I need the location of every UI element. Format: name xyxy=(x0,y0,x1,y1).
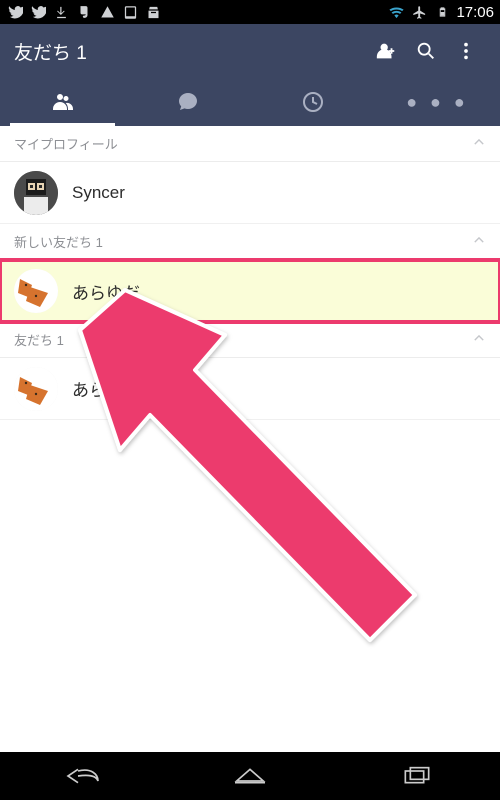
dots-icon: ● ● ● xyxy=(406,92,469,113)
section-label: 友だち 1 xyxy=(14,330,64,349)
download-icon xyxy=(52,3,70,21)
tablet-icon xyxy=(121,3,139,21)
tab-timeline[interactable] xyxy=(250,78,375,126)
chevron-up-icon xyxy=(472,135,486,152)
notification-icon xyxy=(6,3,24,21)
menu-more-button[interactable] xyxy=(446,31,486,71)
avatar xyxy=(14,269,58,313)
tab-more[interactable]: ● ● ● xyxy=(375,78,500,126)
section-label: マイプロフィール xyxy=(14,134,118,153)
battery-icon xyxy=(433,3,451,21)
add-friend-button[interactable] xyxy=(366,31,406,71)
nav-recent-button[interactable] xyxy=(372,752,462,800)
tab-chats[interactable] xyxy=(125,78,250,126)
android-status-bar: 17:06 xyxy=(0,0,500,24)
section-header-profile[interactable]: マイプロフィール xyxy=(0,126,500,162)
nav-home-button[interactable] xyxy=(205,752,295,800)
wifi-icon xyxy=(387,3,405,21)
tab-friends[interactable] xyxy=(0,78,125,126)
profile-name: Syncer xyxy=(72,183,125,203)
section-label: 新しい友だち 1 xyxy=(14,232,103,251)
android-nav-bar xyxy=(0,752,500,800)
clock-text: 17:06 xyxy=(456,4,494,21)
chevron-up-icon xyxy=(472,331,486,348)
friend-row[interactable]: あらゆだ xyxy=(0,358,500,420)
avatar xyxy=(14,171,58,215)
airplane-mode-icon xyxy=(410,3,428,21)
new-friend-row[interactable]: あらゆだ xyxy=(0,260,500,322)
profile-row[interactable]: Syncer xyxy=(0,162,500,224)
warning-icon xyxy=(98,3,116,21)
shop-icon xyxy=(144,3,162,21)
search-button[interactable] xyxy=(406,31,446,71)
section-header-new-friends[interactable]: 新しい友だち 1 xyxy=(0,224,500,260)
app-bar: 友だち 1 xyxy=(0,24,500,78)
section-header-friends[interactable]: 友だち 1 xyxy=(0,322,500,358)
notification-icon xyxy=(29,3,47,21)
empty-area xyxy=(0,420,500,752)
tab-bar: ● ● ● xyxy=(0,78,500,126)
evernote-icon xyxy=(75,3,93,21)
friend-name: あらゆだ xyxy=(72,376,140,401)
chevron-up-icon xyxy=(472,233,486,250)
avatar xyxy=(14,367,58,411)
screen-title: 友だち 1 xyxy=(14,38,366,65)
nav-back-button[interactable] xyxy=(38,752,128,800)
friend-name: あらゆだ xyxy=(72,279,140,304)
